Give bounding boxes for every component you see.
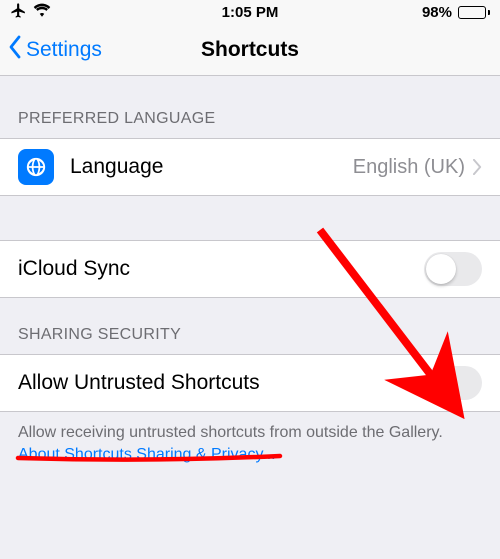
row-group-sharing: Allow Untrusted Shortcuts [0,354,500,412]
airplane-mode-icon [10,2,27,23]
icloud-sync-label: iCloud Sync [18,257,424,281]
icloud-sync-toggle[interactable] [424,252,482,286]
battery-icon [458,6,490,19]
battery-percent: 98% [422,4,452,21]
chevron-left-icon [8,35,22,65]
toggle-knob [426,254,456,284]
section-header-sharing: SHARING SECURITY [0,298,500,354]
allow-untrusted-label: Allow Untrusted Shortcuts [18,371,424,395]
row-group-language: Language English (UK) [0,138,500,196]
section-spacer [0,196,500,240]
status-right: 98% [422,4,490,21]
language-value: English (UK) [353,156,465,179]
footer-desc: Allow receiving untrusted shortcuts from… [18,424,443,441]
row-icloud-sync[interactable]: iCloud Sync [0,241,500,297]
allow-untrusted-toggle[interactable] [424,366,482,400]
wifi-icon [33,3,51,21]
nav-bar: Settings Shortcuts [0,24,500,76]
back-label: Settings [26,38,102,62]
section-header-language: PREFERRED LANGUAGE [0,76,500,138]
footer-text: Allow receiving untrusted shortcuts from… [0,412,500,465]
row-allow-untrusted[interactable]: Allow Untrusted Shortcuts [0,355,500,411]
row-language[interactable]: Language English (UK) [0,139,500,195]
row-group-icloud: iCloud Sync [0,240,500,298]
back-button[interactable]: Settings [8,35,102,65]
status-left [10,2,51,23]
language-label: Language [70,155,353,179]
footer-link[interactable]: About Shortcuts Sharing & Privacy... [18,446,276,463]
chevron-right-icon [473,159,482,175]
globe-icon [18,149,54,185]
status-bar: 1:05 PM 98% [0,0,500,24]
toggle-knob [426,368,456,398]
